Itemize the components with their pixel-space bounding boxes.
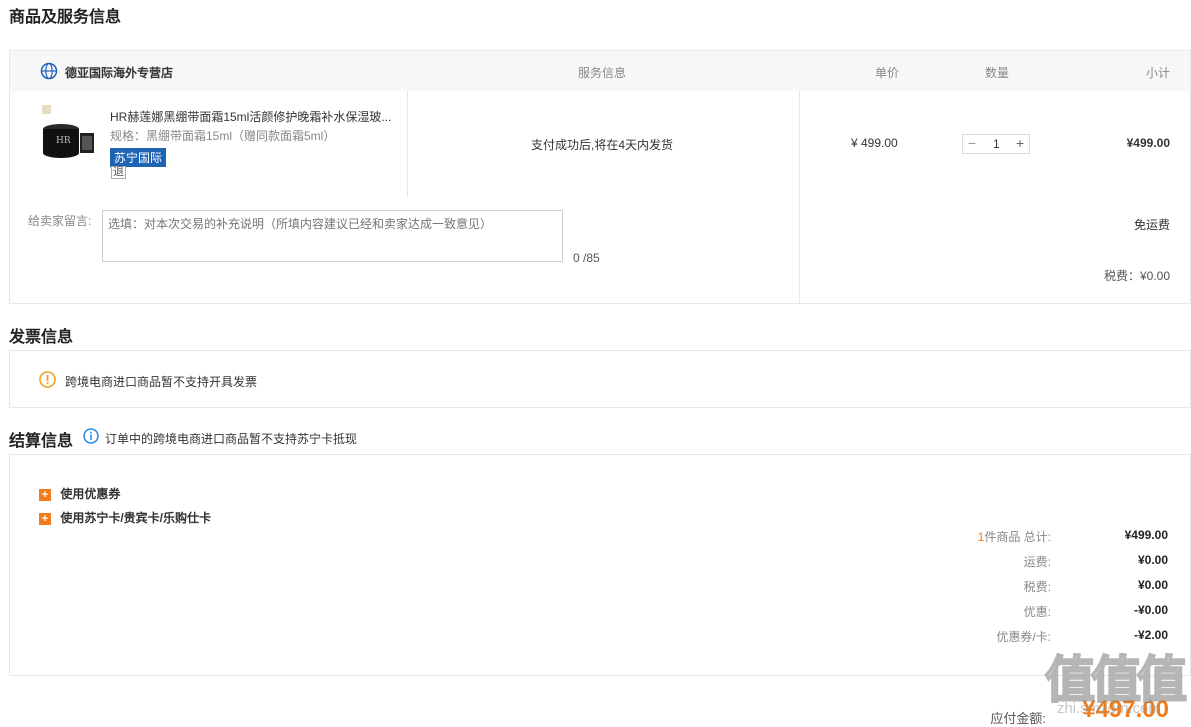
payable-value: ¥497.00 [1082,696,1169,723]
summary-total-label: 1件商品 总计: [977,530,1051,544]
unit-price: ¥ 499.00 [851,136,898,150]
message-label: 给卖家留言: [28,214,92,228]
summary-total-value: ¥499.00 [1124,528,1168,542]
suning-intl-badge: 苏宁国际 [110,148,167,167]
invoice-section-title: 发票信息 [9,329,74,346]
plus-icon: + [39,513,51,525]
globe-icon [40,62,58,83]
product-spec: 规格：黑绷带面霜15ml（赠同款面霜5ml） [110,129,336,143]
settlement-section-title: 结算信息 [9,433,74,450]
product-image[interactable]: HR [36,103,106,163]
service-info: 支付成功后,将在4天内发货 [531,138,674,152]
summary-tax-value: ¥0.00 [1137,578,1168,592]
column-service: 服务信息 [578,66,627,80]
product-section-title: 商品及服务信息 [9,9,122,26]
product-row: HR HR赫莲娜黑绷带面霜15ml活颜修护晚霜补水保湿玻... 规格：黑绷带面霜… [9,91,1191,198]
tax-info: 税费：¥0.00 [1103,269,1170,283]
product-name-link[interactable]: HR赫莲娜黑绷带面霜15ml活颜修护晚霜补水保湿玻... [110,108,400,125]
store-name-link[interactable]: 德亚国际海外专营店 [65,64,173,81]
return-tag-icon: 退 [111,166,126,179]
column-quantity: 数量 [985,66,1010,80]
summary-freight-label: 运费: [1023,555,1051,569]
quantity-input[interactable]: 1 [993,137,1000,151]
summary-freight-value: ¥0.00 [1137,553,1168,567]
column-unit-price: 单价 [875,66,900,80]
use-card-toggle[interactable]: + 使用苏宁卡/贵宾卡/乐购仕卡 [39,509,211,526]
product-table-header: 德亚国际海外专营店 服务信息 单价 数量 小计 [9,50,1191,92]
summary-discount-label: 优惠: [1023,605,1051,619]
divider [407,91,408,197]
use-card-label: 使用苏宁卡/贵宾卡/乐购仕卡 [60,511,212,525]
info-icon [83,428,99,447]
message-counter: 0 /85 [573,251,600,265]
settlement-info-note: 订单中的跨境电商进口商品暂不支持苏宁卡抵现 [105,432,358,446]
svg-text:HR: HR [56,136,71,146]
column-subtotal: 小计 [1145,66,1170,80]
summary-tax-label: 税费: [1023,580,1051,594]
summary-coupon-value: -¥2.00 [1133,628,1168,642]
use-coupon-label: 使用优惠券 [60,487,121,501]
invoice-box: 跨境电商进口商品暂不支持开具发票 [9,350,1191,408]
payable-label: 应付金额: [990,711,1046,726]
summary-coupon-label: 优惠券/卡: [996,630,1051,644]
divider [799,197,800,303]
divider [799,91,800,197]
settlement-box: + 使用优惠券 + 使用苏宁卡/贵宾卡/乐购仕卡 1件商品 总计: ¥499.0… [9,454,1191,676]
message-row: 给卖家留言: 0 /85 免运费 税费：¥0.00 [9,197,1191,304]
summary-discount-value: -¥0.00 [1133,603,1168,617]
use-coupon-toggle[interactable]: + 使用优惠券 [39,485,120,502]
quantity-plus-button[interactable]: + [1016,135,1024,151]
quantity-minus-button[interactable]: − [968,135,976,151]
invoice-notice: 跨境电商进口商品暂不支持开具发票 [65,375,258,389]
quantity-stepper: − 1 + [962,134,1030,154]
subtotal-value: ¥499.00 [1126,136,1170,150]
plus-icon: + [39,489,51,501]
warning-icon [39,371,56,391]
seller-message-input[interactable] [102,210,563,262]
shipping-info: 免运费 [1133,218,1170,232]
